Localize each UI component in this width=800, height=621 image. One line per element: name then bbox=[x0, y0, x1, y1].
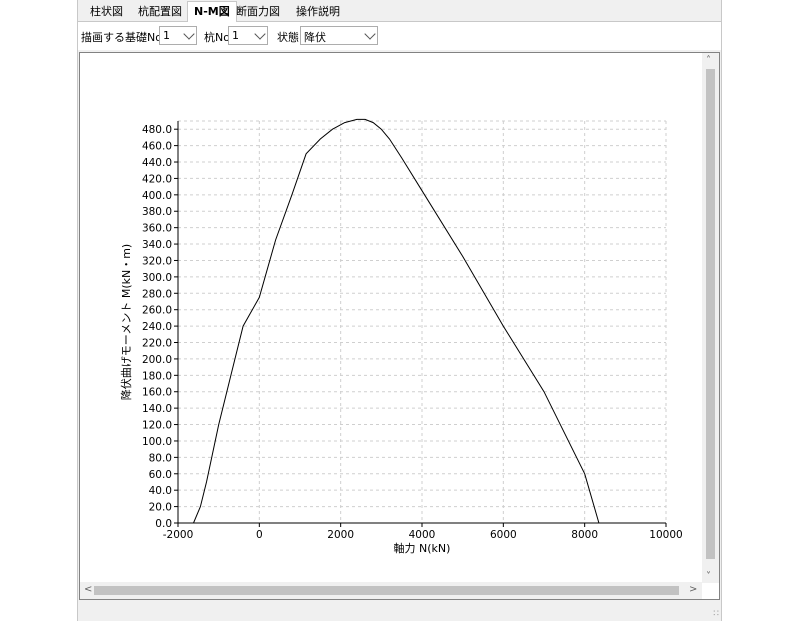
state-value: 降伏 bbox=[304, 31, 326, 44]
state-select[interactable]: 降伏 bbox=[300, 26, 378, 45]
x-tick-label: 0 bbox=[256, 529, 263, 541]
y-tick-label: 180.0 bbox=[142, 370, 172, 382]
x-tick-label: 2000 bbox=[327, 529, 354, 541]
y-tick-label: 80.0 bbox=[149, 452, 172, 464]
y-tick-label: 40.0 bbox=[149, 485, 172, 497]
pile-select[interactable]: 1 bbox=[228, 26, 268, 45]
x-tick-label: 8000 bbox=[571, 529, 598, 541]
scroll-up-arrow-icon[interactable]: ˄ bbox=[706, 56, 711, 66]
vertical-scroll-thumb[interactable] bbox=[706, 69, 715, 559]
y-axis-label: 降伏曲げモーメント M(kN・m) bbox=[119, 244, 133, 400]
y-tick-label: 380.0 bbox=[142, 206, 172, 218]
app-window: 柱状図 杭配置図 N-M図 断面力図 操作説明 描画する基礎No 1 杭No 1… bbox=[77, 0, 722, 621]
nm-chart: 0.020.040.060.080.0100.0120.0140.0160.01… bbox=[119, 118, 683, 555]
y-tick-label: 340.0 bbox=[142, 239, 172, 251]
resize-grip-icon[interactable]: ∷ bbox=[713, 609, 719, 619]
x-tick-label: -2000 bbox=[163, 529, 194, 541]
tab-column-diagram[interactable]: 柱状図 bbox=[84, 3, 129, 21]
tab-bar: 柱状図 杭配置図 N-M図 断面力図 操作説明 bbox=[78, 0, 721, 22]
y-tick-label: 360.0 bbox=[142, 223, 172, 235]
y-tick-label: 480.0 bbox=[142, 124, 172, 136]
y-tick-label: 420.0 bbox=[142, 173, 172, 185]
toolbar: 描画する基礎No 1 杭No 1 状態 降伏 bbox=[78, 22, 721, 50]
grid bbox=[178, 120, 667, 523]
y-tick-label: 300.0 bbox=[142, 272, 172, 284]
pile-label: 杭No bbox=[204, 31, 230, 44]
vertical-scrollbar[interactable]: ˄ ˅ bbox=[702, 53, 719, 583]
state-label: 状態 bbox=[277, 31, 299, 44]
y-tick-label: 440.0 bbox=[142, 157, 172, 169]
horizontal-scroll-thumb[interactable] bbox=[94, 586, 679, 595]
scroll-down-arrow-icon[interactable]: ˅ bbox=[706, 572, 711, 582]
plot-panel: 0.0 20.0 40.0 60.0 80.0 100.0 120.0 140.0 160.0 1… bbox=[79, 52, 720, 600]
chevron-down-icon bbox=[183, 28, 195, 40]
y-tick-label: 460.0 bbox=[142, 141, 172, 153]
y-ticks: 0.020.040.060.080.0100.0120.0140.0160.01… bbox=[142, 124, 178, 530]
y-tick-label: 220.0 bbox=[142, 338, 172, 350]
y-tick-label: 120.0 bbox=[142, 420, 172, 432]
tab-pile-layout[interactable]: 杭配置図 bbox=[132, 3, 188, 21]
scroll-right-arrow-icon[interactable]: > bbox=[689, 585, 697, 595]
y-tick-label: 400.0 bbox=[142, 190, 172, 202]
series bbox=[193, 118, 600, 524]
scroll-left-arrow-icon[interactable]: < bbox=[84, 585, 92, 595]
y-tick-label: 280.0 bbox=[142, 288, 172, 300]
foundation-select[interactable]: 1 bbox=[159, 26, 197, 45]
foundation-label: 描画する基礎No bbox=[81, 31, 162, 44]
pile-value: 1 bbox=[232, 29, 239, 42]
y-tick-label: 140.0 bbox=[142, 403, 172, 415]
chevron-down-icon bbox=[254, 28, 266, 40]
horizontal-scrollbar[interactable]: < > bbox=[80, 582, 702, 599]
x-ticks: -2000 0 2000 4000 6000 8000 10000 bbox=[163, 523, 683, 541]
y-tick-label: 320.0 bbox=[142, 255, 172, 267]
y-tick-label: 160.0 bbox=[142, 387, 172, 399]
y-tick-label: 100.0 bbox=[142, 436, 172, 448]
x-tick-label: 6000 bbox=[490, 529, 517, 541]
y-tick-label: 200.0 bbox=[142, 354, 172, 366]
tab-section-force[interactable]: 断面力図 bbox=[230, 3, 286, 21]
y-tick-label: 60.0 bbox=[149, 469, 172, 481]
tab-instructions[interactable]: 操作説明 bbox=[290, 3, 346, 21]
y-tick-label: 240.0 bbox=[142, 321, 172, 333]
x-axis-label: 軸力 N(kN) bbox=[394, 541, 451, 555]
chevron-down-icon bbox=[364, 28, 376, 40]
y-tick-label: 20.0 bbox=[149, 502, 172, 514]
y-tick-label: 260.0 bbox=[142, 305, 172, 317]
x-tick-label: 10000 bbox=[649, 529, 682, 541]
series-line bbox=[193, 118, 600, 524]
x-tick-label: 4000 bbox=[409, 529, 436, 541]
foundation-value: 1 bbox=[163, 29, 170, 42]
